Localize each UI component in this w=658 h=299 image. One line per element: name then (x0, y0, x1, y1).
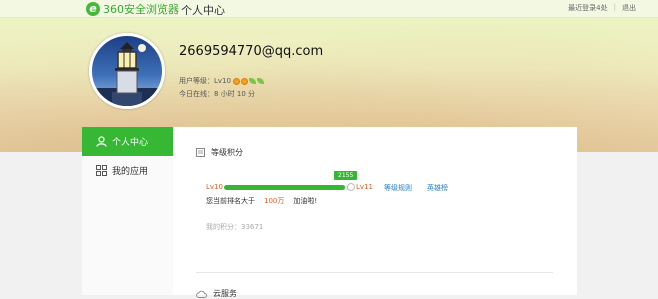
cloud-icon (196, 290, 207, 298)
page-title: 个人中心 (181, 4, 225, 17)
avatar[interactable] (89, 33, 165, 109)
user-level-label: 用户等级：Lv10 (179, 77, 231, 85)
section-title-text: 等级积分 (211, 148, 243, 157)
rank-text: 您当前排名大于 100万 加油啦! (206, 196, 317, 206)
level-rules-link[interactable]: 等级规则 (384, 183, 412, 193)
apps-grid-icon (96, 165, 107, 176)
document-icon (196, 148, 205, 157)
sidebar-item-profile[interactable]: 个人中心 (82, 127, 173, 156)
logo-text: 360安全浏览器 (103, 2, 179, 16)
sidebar-item-label: 我的应用 (112, 167, 149, 177)
next-level: Lv11 (356, 183, 373, 191)
user-email: 2669594770@qq.com (179, 44, 324, 59)
leaf-icon (248, 77, 256, 84)
level-progress-bar (224, 185, 351, 190)
user-icon (96, 136, 107, 147)
progress-value-badge: 2155 (334, 171, 358, 180)
sun-icon (232, 77, 240, 85)
level-section-title: 等级积分 (196, 147, 243, 158)
section-divider (196, 272, 553, 273)
main-content: 等级积分 2155 Lv10 Lv11 等级规则 英雄榜 您当前排名大于 100… (173, 127, 577, 298)
topbar-divider (174, 3, 175, 14)
360-logo-icon: e (86, 1, 100, 16)
level-progress-fill (224, 185, 345, 190)
current-level: Lv10 (206, 183, 223, 191)
link-separator: | (613, 3, 616, 11)
sun-icon (240, 77, 248, 85)
cloud-section-title: 云服务 (196, 288, 237, 299)
logout-link[interactable]: 退出 (622, 3, 636, 13)
my-points: 我的积分：33671 (206, 223, 264, 231)
rank-value: 100万 (264, 197, 285, 205)
leaf-icon (256, 77, 264, 84)
lighthouse-avatar-icon (92, 42, 162, 106)
sidebar: 个人中心 我的应用 (82, 127, 173, 295)
hero-rank-link[interactable]: 英雄榜 (427, 183, 448, 193)
top-bar: e 360安全浏览器 个人中心 最近登录4处 | 退出 (0, 0, 658, 18)
sidebar-item-apps[interactable]: 我的应用 (82, 156, 173, 185)
online-time: 今日在线：8 小时 10 分 (179, 90, 256, 98)
topbar-links: 最近登录4处 | 退出 (568, 3, 636, 13)
level-badges (232, 77, 264, 85)
progress-end-marker (347, 183, 355, 191)
recent-login-link[interactable]: 最近登录4处 (568, 3, 607, 13)
sidebar-item-label: 个人中心 (112, 138, 149, 148)
rank-prefix: 您当前排名大于 (206, 197, 255, 205)
user-level: 用户等级：Lv10 (179, 76, 264, 86)
section-title-text: 云服务 (213, 289, 237, 298)
browser-logo[interactable]: e 360安全浏览器 (86, 1, 179, 16)
rank-suffix: 加油啦! (293, 197, 318, 205)
